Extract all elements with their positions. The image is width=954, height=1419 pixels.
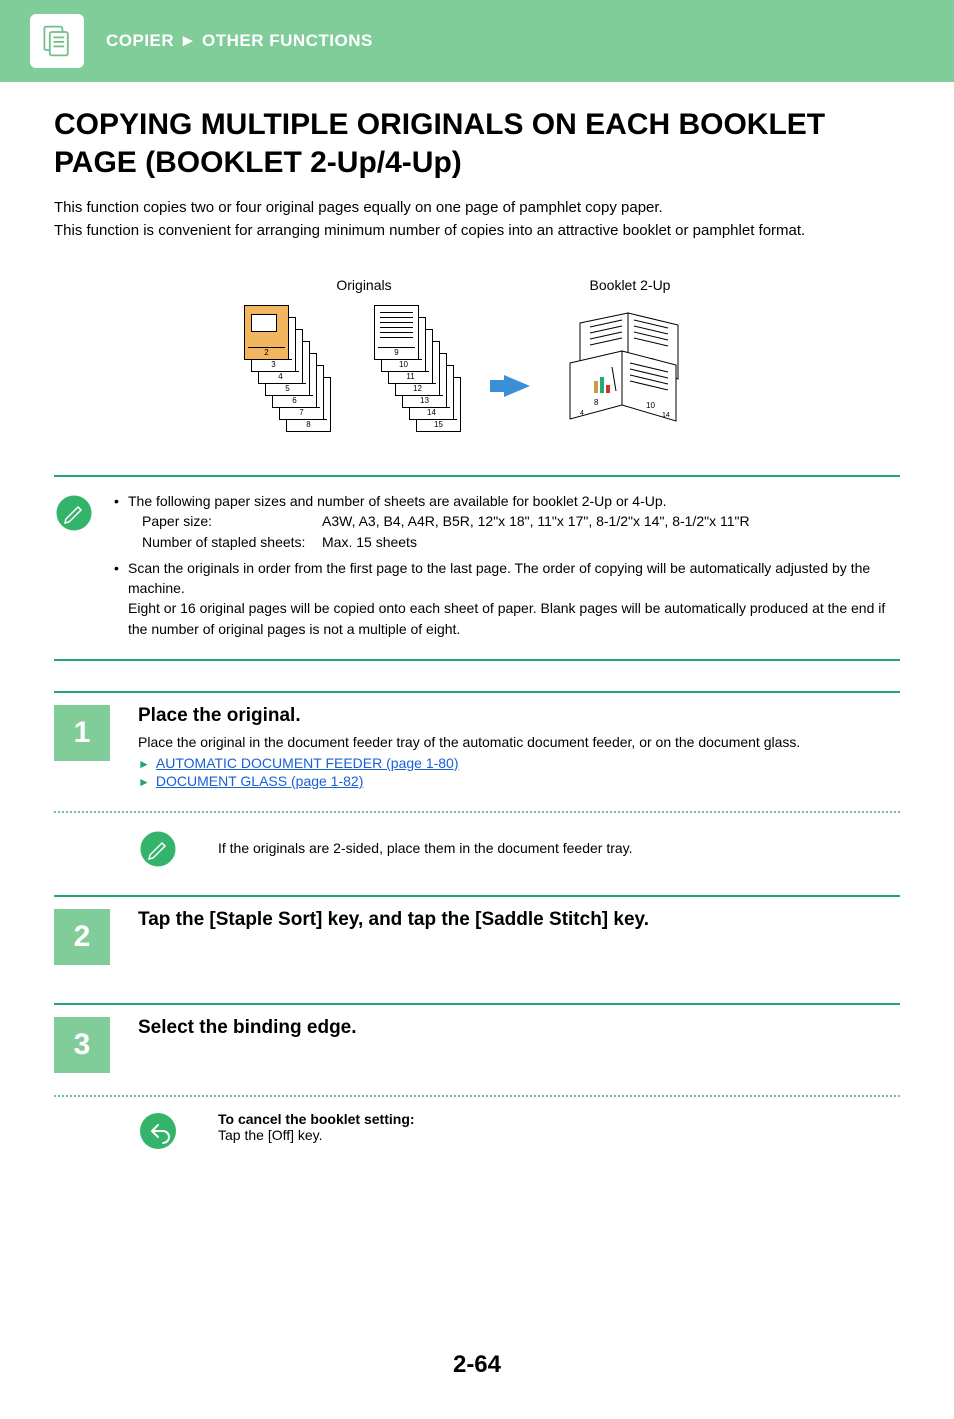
step-number-3: 3	[54, 1017, 110, 1073]
svg-text:8: 8	[594, 398, 599, 407]
info-bullet-1: The following paper sizes and number of …	[128, 493, 667, 509]
svg-text:14: 14	[662, 412, 670, 419]
stack-a: 8 7 6 5 4 3 2	[244, 305, 354, 445]
page-title: COPYING MULTIPLE ORIGINALS ON EACH BOOKL…	[54, 106, 900, 181]
step-2-title: Tap the [Staple Sort] key, and tap the […	[138, 909, 900, 931]
info-note: The following paper sizes and number of …	[54, 477, 900, 659]
dotted-divider	[54, 811, 900, 813]
dotted-divider	[54, 1095, 900, 1097]
step-1: 1 Place the original. Place the original…	[54, 691, 900, 797]
copier-icon	[30, 14, 84, 68]
paper-size-value: A3W, A3, B4, A4R, B5R, 12"x 18", 11"x 17…	[322, 511, 750, 531]
breadcrumb: COPIER ► OTHER FUNCTIONS	[106, 31, 373, 51]
originals-diagram: Originals 8 7 6 5 4 3 2 15 14 13 12 11	[244, 277, 484, 445]
page-number: 2-64	[54, 1351, 900, 1379]
booklet-diagram: Booklet 2-Up 7 9 8 10	[550, 277, 710, 435]
step-1-note-text: If the originals are 2-sided, place them…	[206, 840, 633, 856]
undo-icon	[138, 1111, 178, 1151]
stapled-sheets-value: Max. 15 sheets	[322, 532, 417, 552]
originals-label: Originals	[336, 277, 391, 293]
cancel-text: Tap the [Off] key.	[218, 1127, 415, 1143]
intro-line-1: This function copies two or four origina…	[54, 197, 900, 218]
divider	[54, 659, 900, 661]
cancel-title: To cancel the booklet setting:	[218, 1111, 415, 1127]
step-2: 2 Tap the [Staple Sort] key, and tap the…	[54, 895, 900, 973]
info-bullet-2: Scan the originals in order from the fir…	[128, 560, 870, 596]
diagram-row: Originals 8 7 6 5 4 3 2 15 14 13 12 11	[54, 277, 900, 445]
intro-text: This function copies two or four origina…	[54, 197, 900, 241]
stack-b: 15 14 13 12 11 10 9	[374, 305, 484, 445]
svg-text:4: 4	[580, 410, 584, 417]
breadcrumb-section[interactable]: COPIER	[106, 31, 174, 50]
step-1-text: Place the original in the document feede…	[138, 733, 900, 753]
step-number-2: 2	[54, 909, 110, 965]
breadcrumb-sep: ►	[179, 31, 196, 50]
step-1-title: Place the original.	[138, 705, 900, 727]
svg-text:10: 10	[646, 401, 655, 410]
header-bar: COPIER ► OTHER FUNCTIONS	[0, 0, 954, 82]
arrow-icon	[504, 375, 530, 397]
link-document-glass[interactable]: DOCUMENT GLASS (page 1-82)	[156, 773, 363, 789]
step-3-title: Select the binding edge.	[138, 1017, 900, 1039]
intro-line-2: This function is convenient for arrangin…	[54, 220, 900, 241]
pen-icon	[54, 493, 94, 533]
breadcrumb-page[interactable]: OTHER FUNCTIONS	[202, 31, 373, 50]
cancel-note: To cancel the booklet setting: Tap the […	[54, 1111, 900, 1151]
triangle-icon: ►	[138, 775, 150, 789]
stapled-sheets-label: Number of stapled sheets:	[142, 532, 322, 552]
link-adf[interactable]: AUTOMATIC DOCUMENT FEEDER (page 1-80)	[156, 755, 459, 771]
info-bullet-2-extra: Eight or 16 original pages will be copie…	[128, 598, 900, 639]
pen-icon	[138, 829, 178, 869]
step-number-1: 1	[54, 705, 110, 761]
triangle-icon: ►	[138, 757, 150, 771]
step-3: 3 Select the binding edge.	[54, 1003, 900, 1081]
step-1-subnote: If the originals are 2-sided, place them…	[54, 827, 900, 869]
booklet-label: Booklet 2-Up	[590, 277, 671, 293]
paper-size-label: Paper size:	[142, 511, 322, 531]
